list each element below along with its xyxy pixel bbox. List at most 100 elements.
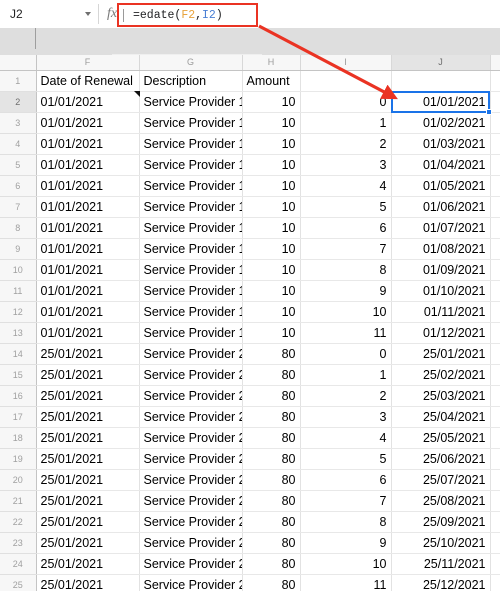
select-all-corner[interactable] [0, 55, 37, 71]
cell-H8[interactable]: 10 [242, 217, 301, 239]
cell-G24[interactable]: Service Provider 2 [139, 553, 243, 575]
cell-I23[interactable]: 9 [300, 532, 392, 554]
cell-G10[interactable]: Service Provider 1 [139, 259, 243, 281]
cell-F3[interactable]: 01/01/2021 [36, 112, 140, 134]
row-header-3[interactable]: 3 [0, 112, 37, 134]
row-header-16[interactable]: 16 [0, 385, 37, 407]
cell-I13[interactable]: 11 [300, 322, 392, 344]
cell-G2[interactable]: Service Provider 1 [139, 91, 243, 113]
cell-G19[interactable]: Service Provider 2 [139, 448, 243, 470]
cell-H19[interactable]: 80 [242, 448, 301, 470]
cell-I7[interactable]: 5 [300, 196, 392, 218]
row-header-21[interactable]: 21 [0, 490, 37, 512]
cell-F17[interactable]: 25/01/2021 [36, 406, 140, 428]
cell-G18[interactable]: Service Provider 2 [139, 427, 243, 449]
cell-I6[interactable]: 4 [300, 175, 392, 197]
row-header-11[interactable]: 11 [0, 280, 37, 302]
cell-I10[interactable]: 8 [300, 259, 392, 281]
row-header-15[interactable]: 15 [0, 364, 37, 386]
cell-F20[interactable]: 25/01/2021 [36, 469, 140, 491]
cell-J16[interactable]: 25/03/2021 [391, 385, 491, 407]
cell-I18[interactable]: 4 [300, 427, 392, 449]
cell-H5[interactable]: 10 [242, 154, 301, 176]
formula-input[interactable]: =edate(F2,I2) [117, 3, 258, 27]
cell-H14[interactable]: 80 [242, 343, 301, 365]
cell-I4[interactable]: 2 [300, 133, 392, 155]
cell-G16[interactable]: Service Provider 2 [139, 385, 243, 407]
cell-I2[interactable]: 0 [300, 91, 392, 113]
cell-H17[interactable]: 80 [242, 406, 301, 428]
cell-G23[interactable]: Service Provider 2 [139, 532, 243, 554]
row-header-2[interactable]: 2 [0, 91, 37, 113]
cell-H15[interactable]: 80 [242, 364, 301, 386]
cell-F24[interactable]: 25/01/2021 [36, 553, 140, 575]
cell-G11[interactable]: Service Provider 1 [139, 280, 243, 302]
cell-H23[interactable]: 80 [242, 532, 301, 554]
cell-J13[interactable]: 01/12/2021 [391, 322, 491, 344]
cell-I11[interactable]: 9 [300, 280, 392, 302]
row-header-9[interactable]: 9 [0, 238, 37, 260]
cell-H13[interactable]: 10 [242, 322, 301, 344]
column-header-F[interactable]: F [36, 55, 140, 71]
cell-F15[interactable]: 25/01/2021 [36, 364, 140, 386]
cell-J12[interactable]: 01/11/2021 [391, 301, 491, 323]
cell-F2[interactable]: 01/01/2021 [36, 91, 140, 113]
cell-J23[interactable]: 25/10/2021 [391, 532, 491, 554]
row-header-17[interactable]: 17 [0, 406, 37, 428]
cell-G1[interactable]: Description [139, 70, 243, 92]
row-header-8[interactable]: 8 [0, 217, 37, 239]
cell-J6[interactable]: 01/05/2021 [391, 175, 491, 197]
cell-H24[interactable]: 80 [242, 553, 301, 575]
cell-J18[interactable]: 25/05/2021 [391, 427, 491, 449]
cell-F21[interactable]: 25/01/2021 [36, 490, 140, 512]
column-header-J[interactable]: J [391, 55, 491, 71]
cell-I22[interactable]: 8 [300, 511, 392, 533]
row-header-19[interactable]: 19 [0, 448, 37, 470]
cell-I8[interactable]: 6 [300, 217, 392, 239]
row-header-14[interactable]: 14 [0, 343, 37, 365]
cell-H10[interactable]: 10 [242, 259, 301, 281]
cell-I9[interactable]: 7 [300, 238, 392, 260]
cell-J8[interactable]: 01/07/2021 [391, 217, 491, 239]
cell-J10[interactable]: 01/09/2021 [391, 259, 491, 281]
cell-J1[interactable] [391, 70, 491, 92]
cell-I17[interactable]: 3 [300, 406, 392, 428]
row-header-18[interactable]: 18 [0, 427, 37, 449]
cell-F6[interactable]: 01/01/2021 [36, 175, 140, 197]
cell-F11[interactable]: 01/01/2021 [36, 280, 140, 302]
cell-G7[interactable]: Service Provider 1 [139, 196, 243, 218]
cell-J17[interactable]: 25/04/2021 [391, 406, 491, 428]
cell-J25[interactable]: 25/12/2021 [391, 574, 491, 591]
row-header-10[interactable]: 10 [0, 259, 37, 281]
cell-I25[interactable]: 11 [300, 574, 392, 591]
cell-G8[interactable]: Service Provider 1 [139, 217, 243, 239]
spreadsheet-grid[interactable]: F G H I J 1 Date of Renewal Description … [0, 55, 500, 591]
cell-I15[interactable]: 1 [300, 364, 392, 386]
row-header-25[interactable]: 25 [0, 574, 37, 591]
row-header-7[interactable]: 7 [0, 196, 37, 218]
row-header-24[interactable]: 24 [0, 553, 37, 575]
cell-J4[interactable]: 01/03/2021 [391, 133, 491, 155]
row-header-20[interactable]: 20 [0, 469, 37, 491]
cell-J14[interactable]: 25/01/2021 [391, 343, 491, 365]
row-header-12[interactable]: 12 [0, 301, 37, 323]
cell-I1[interactable] [300, 70, 392, 92]
cell-F7[interactable]: 01/01/2021 [36, 196, 140, 218]
cell-H7[interactable]: 10 [242, 196, 301, 218]
cell-G17[interactable]: Service Provider 2 [139, 406, 243, 428]
cell-J20[interactable]: 25/07/2021 [391, 469, 491, 491]
cell-J11[interactable]: 01/10/2021 [391, 280, 491, 302]
cell-H20[interactable]: 80 [242, 469, 301, 491]
cell-G9[interactable]: Service Provider 1 [139, 238, 243, 260]
cell-H9[interactable]: 10 [242, 238, 301, 260]
cell-F9[interactable]: 01/01/2021 [36, 238, 140, 260]
cell-I12[interactable]: 10 [300, 301, 392, 323]
cell-H25[interactable]: 80 [242, 574, 301, 591]
cell-I14[interactable]: 0 [300, 343, 392, 365]
cell-G5[interactable]: Service Provider 1 [139, 154, 243, 176]
cell-F18[interactable]: 25/01/2021 [36, 427, 140, 449]
cell-J21[interactable]: 25/08/2021 [391, 490, 491, 512]
cell-G21[interactable]: Service Provider 2 [139, 490, 243, 512]
chevron-down-icon[interactable] [85, 12, 91, 16]
cell-J7[interactable]: 01/06/2021 [391, 196, 491, 218]
